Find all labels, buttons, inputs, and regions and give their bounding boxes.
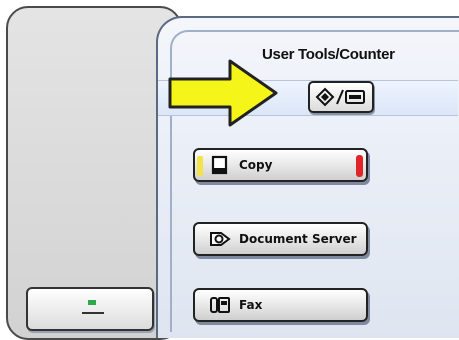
document-server-icon (209, 228, 231, 250)
copy-indicator-yellow (197, 156, 203, 176)
fax-label: Fax (239, 298, 263, 312)
copy-button[interactable]: Copy (193, 148, 368, 182)
copy-label: Copy (239, 158, 273, 172)
pointer-arrow-icon (168, 59, 278, 127)
copy-indicator-red (356, 155, 363, 177)
user-tools-counter-icon (315, 87, 365, 107)
document-server-label: Document Server (239, 232, 357, 246)
copy-icon (209, 154, 231, 176)
fax-button[interactable]: Fax (193, 288, 368, 322)
fax-icon (209, 294, 231, 316)
user-tools-counter-button[interactable] (308, 81, 374, 113)
left-panel-button-icon (82, 300, 104, 314)
document-server-button[interactable]: Document Server (193, 222, 368, 256)
left-panel-button[interactable] (26, 287, 154, 331)
